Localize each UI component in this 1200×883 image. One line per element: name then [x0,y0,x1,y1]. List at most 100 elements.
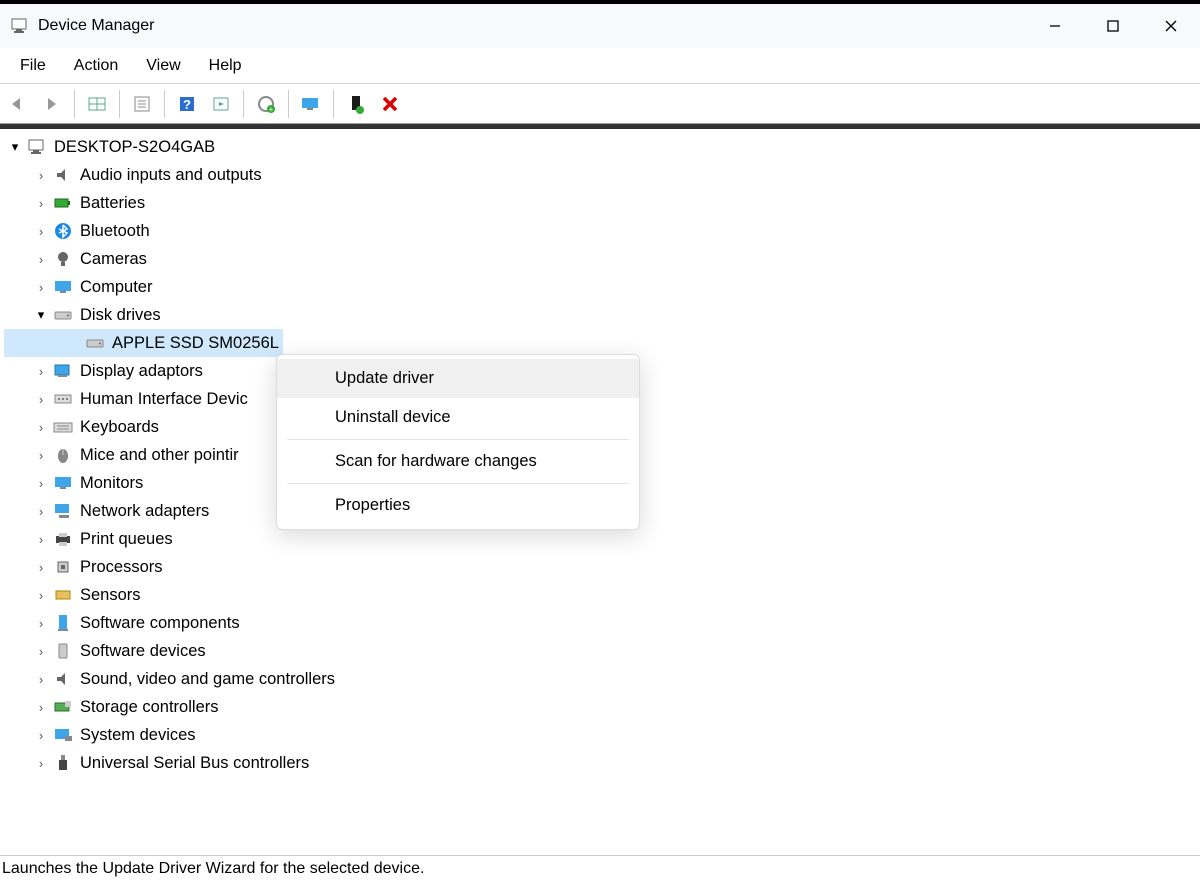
chevron-down-icon[interactable]: ▾ [4,139,26,155]
tree-item-audio[interactable]: › Audio inputs and outputs [4,161,1200,189]
battery-icon [52,192,74,214]
chevron-right-icon[interactable]: › [30,196,52,211]
menu-file[interactable]: File [6,51,60,81]
chevron-right-icon[interactable]: › [30,504,52,519]
ctx-separator [287,439,629,440]
enable-device-icon[interactable] [340,88,372,120]
tree-item-processors[interactable]: › Processors [4,553,1200,581]
help-icon[interactable]: ? [171,88,203,120]
ctx-scan-hardware[interactable]: Scan for hardware changes [277,442,639,481]
chevron-right-icon[interactable]: › [30,700,52,715]
hid-icon [52,388,74,410]
bluetooth-icon [52,220,74,242]
tree-item-label: Cameras [80,250,147,269]
chevron-right-icon[interactable]: › [30,280,52,295]
ctx-uninstall-device[interactable]: Uninstall device [277,398,639,437]
maximize-button[interactable] [1084,4,1142,48]
printer-icon [52,528,74,550]
chevron-right-icon[interactable]: › [30,420,52,435]
svg-text:?: ? [183,97,191,112]
chevron-right-icon[interactable]: › [30,728,52,743]
tree-item-label: Keyboards [80,418,159,437]
tree-item-label: Batteries [80,194,145,213]
tree-item-label: Software components [80,614,240,633]
keyboard-icon [52,416,74,438]
chevron-down-icon[interactable]: ▾ [30,307,52,323]
menu-bar: File Action View Help [0,48,1200,84]
title-bar: Device Manager [0,0,1200,48]
tree-item-disk-drives[interactable]: ▾ Disk drives [4,301,1200,329]
tree-item-batteries[interactable]: › Batteries [4,189,1200,217]
tree-item-label: Display adaptors [80,362,203,381]
system-device-icon [52,724,74,746]
mouse-icon [52,444,74,466]
tree-item-computer[interactable]: › Computer [4,273,1200,301]
tree-item-label: Storage controllers [80,698,219,717]
window-title: Device Manager [38,17,1026,35]
tree-root[interactable]: ▾ DESKTOP-S2O4GAB [4,133,1200,161]
tree-item-label: Computer [80,278,152,297]
sensor-icon [52,584,74,606]
tree-item-label: Processors [80,558,163,577]
ctx-properties[interactable]: Properties [277,486,639,525]
chevron-right-icon[interactable]: › [30,532,52,547]
display-adapter-icon [52,360,74,382]
disk-icon [52,304,74,326]
tree-item-label: Monitors [80,474,143,493]
svg-text:+: + [269,105,274,114]
chevron-right-icon[interactable]: › [30,644,52,659]
scan-hardware-icon[interactable] [295,88,327,120]
back-button[interactable] [2,88,34,120]
tree-item-system[interactable]: ›System devices [4,721,1200,749]
properties-icon[interactable] [126,88,158,120]
network-icon [52,500,74,522]
tree-item-bluetooth[interactable]: › Bluetooth [4,217,1200,245]
minimize-button[interactable] [1026,4,1084,48]
menu-action[interactable]: Action [60,51,132,81]
ctx-separator [287,483,629,484]
forward-button[interactable] [36,88,68,120]
disable-device-icon[interactable] [374,88,406,120]
close-button[interactable] [1142,4,1200,48]
update-driver-icon[interactable]: + [250,88,282,120]
tree-item-storage[interactable]: › Storage controllers [4,693,1200,721]
chevron-right-icon[interactable]: › [30,616,52,631]
tree-item-label: Sound, video and game controllers [80,670,335,689]
storage-controller-icon [52,696,74,718]
usb-icon [52,752,74,774]
chevron-right-icon[interactable]: › [30,476,52,491]
chevron-right-icon[interactable]: › [30,168,52,183]
menu-view[interactable]: View [132,51,194,81]
chevron-right-icon[interactable]: › [30,252,52,267]
chevron-right-icon[interactable]: › [30,560,52,575]
computer-icon [26,136,48,158]
tree-item-label: Audio inputs and outputs [80,166,262,185]
tree-item-softcomp[interactable]: › Software components [4,609,1200,637]
action-icon[interactable] [205,88,237,120]
chevron-right-icon[interactable]: › [30,756,52,771]
tree-item-usb[interactable]: ›Universal Serial Bus controllers [4,749,1200,777]
chevron-right-icon[interactable]: › [30,448,52,463]
tree-item-label: Human Interface Devic [80,390,248,409]
chevron-right-icon[interactable]: › [30,392,52,407]
chevron-right-icon[interactable]: › [30,364,52,379]
chevron-right-icon[interactable]: › [30,224,52,239]
tree-item-sensors[interactable]: ›Sensors [4,581,1200,609]
cpu-icon [52,556,74,578]
menu-help[interactable]: Help [195,51,256,81]
chevron-right-icon[interactable]: › [30,588,52,603]
tree-item-softdev[interactable]: ›Software devices [4,637,1200,665]
tree-item-label: Disk drives [80,306,161,325]
ctx-update-driver[interactable]: Update driver [277,359,639,398]
tree-item-apple-ssd[interactable]: APPLE SSD SM0256L [4,329,283,357]
chevron-right-icon[interactable]: › [30,672,52,687]
tree-item-label: APPLE SSD SM0256L [112,334,279,353]
audio-icon [52,668,74,690]
tree-item-sound[interactable]: › Sound, video and game controllers [4,665,1200,693]
tree-item-cameras[interactable]: › Cameras [4,245,1200,273]
audio-icon [52,164,74,186]
tree-item-label: Bluetooth [80,222,150,241]
software-component-icon [52,612,74,634]
tree-root-label: DESKTOP-S2O4GAB [54,138,215,157]
show-hidden-icon[interactable] [81,88,113,120]
